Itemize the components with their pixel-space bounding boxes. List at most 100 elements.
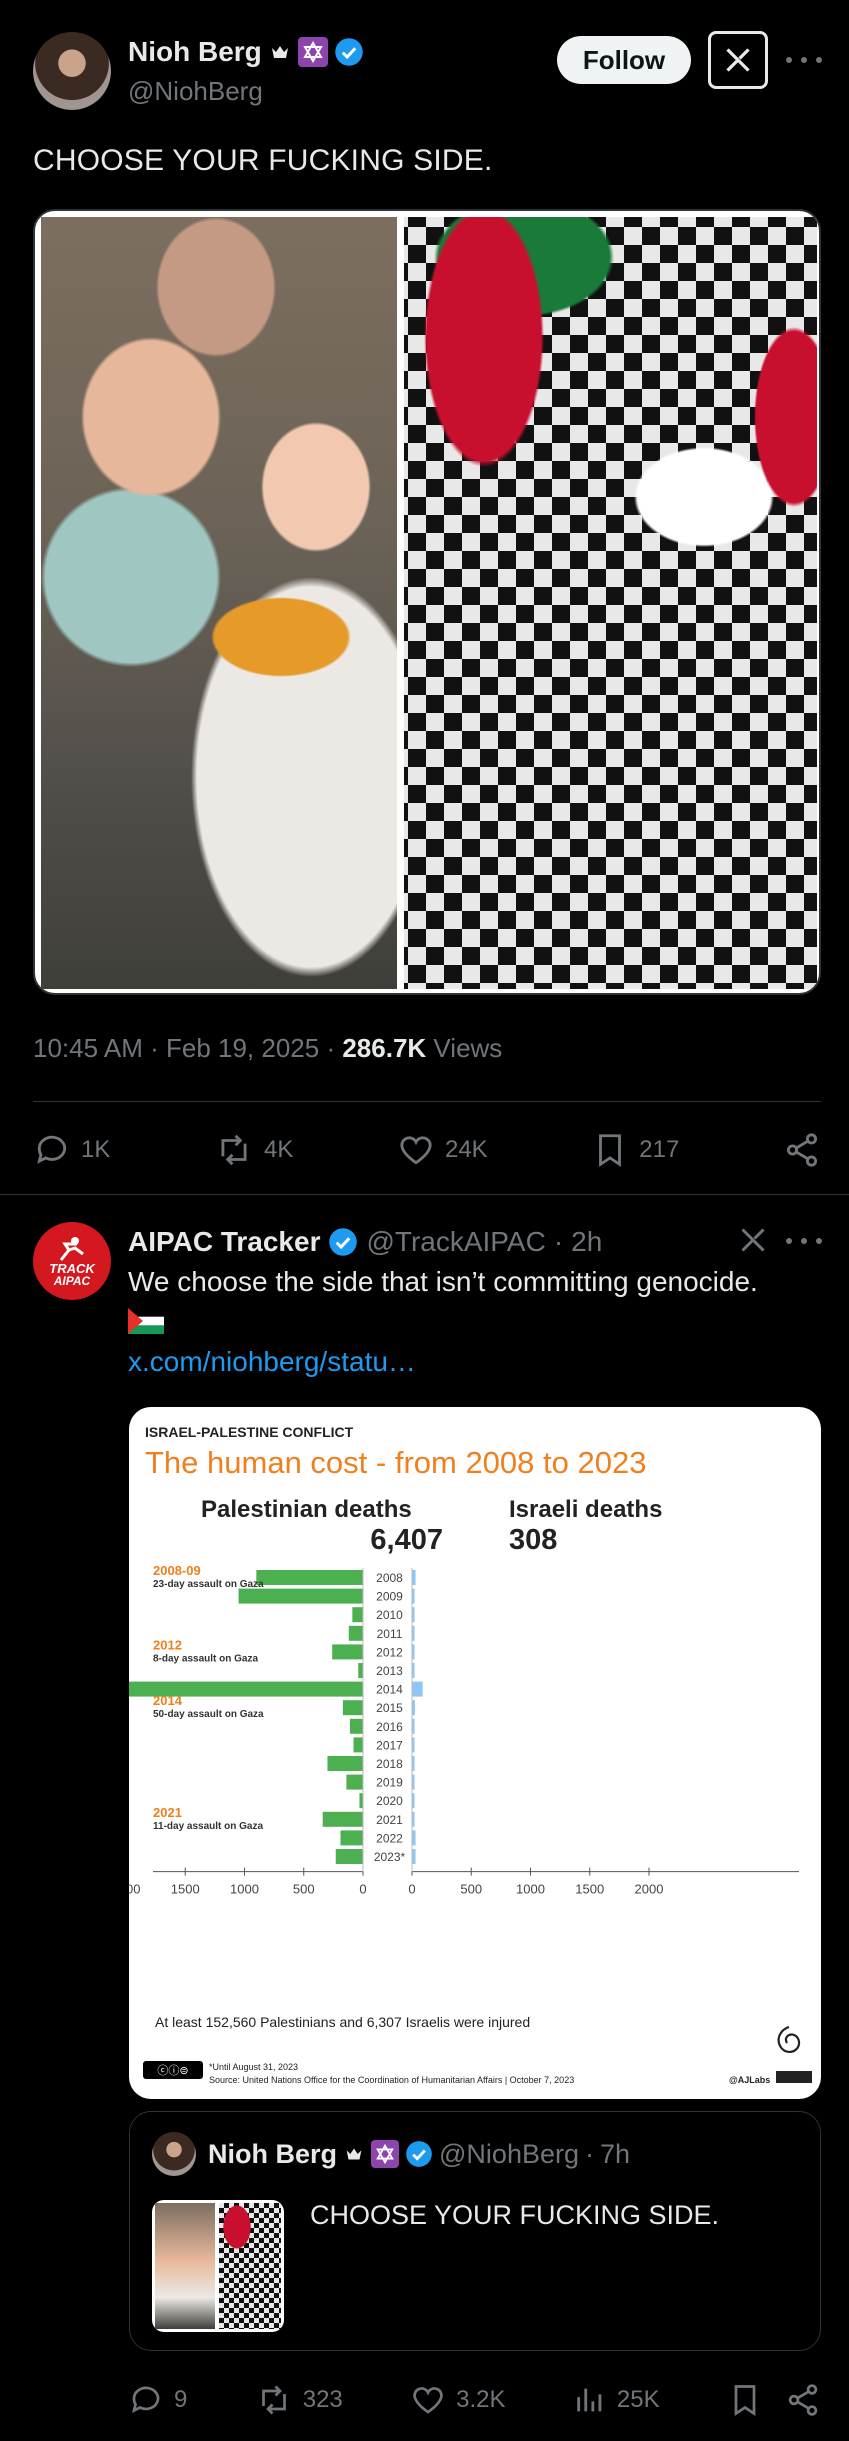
annotation-desc: 50-day assault on Gaza	[153, 1709, 264, 1720]
year-label: 2015	[376, 1701, 403, 1715]
heart-icon	[413, 2387, 443, 2414]
reply-text: We choose the side that isn’t committing…	[128, 1266, 758, 1297]
crown-icon	[271, 46, 288, 58]
views-button[interactable]: 25K	[573, 2383, 660, 2417]
year-label: 2023*	[374, 1850, 406, 1864]
chart-left-header: Palestinian deaths	[201, 1496, 412, 1523]
bar-israeli-2008	[412, 1570, 416, 1585]
bar-palestinian-2021	[322, 1811, 363, 1827]
annotation-desc: 8-day assault on Gaza	[153, 1653, 258, 1664]
like-count: 24K	[444, 1136, 488, 1163]
divider	[33, 1101, 821, 1102]
verified-badge-icon	[406, 2141, 432, 2167]
year-label: 2018	[376, 1757, 403, 1771]
like-count: 3.2K	[456, 2386, 506, 2413]
right-tick-label: 2000	[635, 1882, 664, 1897]
year-label: 2010	[376, 1608, 403, 1622]
tweet-media[interactable]	[33, 209, 821, 995]
quoted-text: CHOOSE YOUR FUCKING SIDE.	[310, 2200, 720, 2230]
bookmark-button[interactable]: 217	[591, 1131, 679, 1169]
like-button[interactable]: 3.2K	[410, 2382, 506, 2418]
year-label: 2022	[376, 1831, 403, 1845]
photo-mother-and-children	[41, 217, 397, 989]
repost-button[interactable]: 4K	[214, 1131, 293, 1169]
bar-palestinian-2009	[238, 1588, 363, 1604]
quoted-media-thumbnail	[152, 2200, 284, 2332]
grok-button[interactable]	[735, 1222, 771, 1258]
cc-license-icon: ⓒⓘ⊜	[143, 2061, 203, 2079]
reply-actions: 9 323 3.2K 25K	[128, 2378, 821, 2422]
grok-button[interactable]	[708, 31, 768, 89]
chart-source: Source: United Nations Office for the Co…	[209, 2075, 574, 2085]
share-icon[interactable]	[785, 2382, 821, 2418]
aipac-tracker-avatar[interactable]: TRACK AIPAC	[33, 1222, 111, 1300]
tweet-time[interactable]: 10:45 AM	[33, 1033, 143, 1063]
quoted-author-name: Nioh Berg	[208, 2138, 338, 2169]
bar-palestinian-2016	[349, 1718, 363, 1734]
more-options-icon[interactable]	[786, 1236, 822, 1246]
reply-secondary-actions	[727, 2382, 821, 2418]
bookmark-icon	[599, 1134, 622, 1167]
reply-author-name[interactable]: AIPAC Tracker	[128, 1226, 320, 1258]
reply-age[interactable]: 2h	[571, 1226, 602, 1258]
year-label: 2014	[376, 1683, 403, 1697]
right-tick-label: 500	[460, 1882, 482, 1897]
verified-badge-icon	[329, 1228, 358, 1256]
bookmark-count: 217	[639, 1136, 680, 1163]
quoted-link[interactable]: x.com/niohberg/statu…	[128, 1346, 416, 1378]
right-tick-label: 1000	[516, 1882, 545, 1897]
reply-button[interactable]: 9	[128, 2382, 187, 2418]
left-tick-label: 1500	[171, 1882, 200, 1897]
chart-right-total: 308	[509, 1524, 557, 1556]
avatar-text-track: TRACK	[49, 1260, 95, 1276]
author-name[interactable]: Nioh Berg	[128, 36, 262, 68]
divider	[0, 1194, 849, 1195]
left-tick-label: 0	[359, 1882, 366, 1897]
runner-icon	[59, 1236, 84, 1261]
bar-palestinian-2018	[327, 1756, 363, 1771]
bar-palestinian-2015	[342, 1700, 363, 1716]
chart-image[interactable]: ISRAEL-PALESTINE CONFLICT The human cost…	[129, 1407, 821, 2099]
year-label: 2017	[376, 1738, 403, 1752]
left-tick-label: 500	[293, 1882, 315, 1897]
photo-protest-crowd	[404, 217, 817, 989]
author-name-row: Nioh Berg	[128, 34, 364, 70]
views-count: 286.7K	[342, 1033, 427, 1063]
reply-author-row: AIPAC Tracker @TrackAIPAC · 2h	[128, 1226, 603, 1258]
tweet-date[interactable]: Feb 19, 2025	[166, 1033, 319, 1063]
bar-israeli-2014	[412, 1681, 423, 1697]
left-tick-label: 2000	[129, 1882, 140, 1897]
chart-footnote: *Until August 31, 2023	[209, 2062, 298, 2072]
quoted-tweet[interactable]: Nioh Berg @NiohBerg · 7h CHOOSE YOUR FUC…	[129, 2111, 821, 2351]
bar-palestinian-2010	[352, 1607, 363, 1623]
year-label: 2012	[376, 1645, 403, 1659]
annotation-desc: 23-day assault on Gaza	[153, 1579, 264, 1590]
annotation-year: 2012	[153, 1637, 182, 1652]
repost-count: 323	[302, 2386, 343, 2413]
share-button[interactable]	[783, 1131, 821, 1169]
bar-palestinian-2013	[358, 1663, 363, 1678]
bookmark-icon[interactable]	[727, 2382, 763, 2418]
bar-palestinian-2011	[348, 1625, 363, 1641]
views-count: 25K	[616, 2386, 660, 2413]
like-button[interactable]: 24K	[397, 1131, 488, 1169]
repost-button[interactable]: 323	[255, 2382, 343, 2418]
bar-palestinian-2022	[340, 1830, 363, 1846]
author-handle[interactable]: @NiohBerg	[128, 76, 263, 107]
bar-israeli-2022	[412, 1830, 416, 1846]
follow-button[interactable]: Follow	[557, 36, 691, 84]
reply-button[interactable]: 1K	[33, 1131, 110, 1169]
reply-author-handle[interactable]: @TrackAIPAC	[366, 1226, 545, 1258]
quoted-author-avatar	[152, 2132, 196, 2176]
year-label: 2011	[377, 1627, 403, 1641]
tweet-timestamp: 10:45 AM · Feb 19, 2025 · 286.7K Views	[33, 1033, 503, 1063]
year-label: 2013	[376, 1664, 403, 1678]
heart-icon	[400, 1136, 432, 1165]
more-options-icon[interactable]	[786, 46, 822, 74]
quoted-age: 7h	[600, 2138, 631, 2169]
year-label: 2008	[376, 1571, 403, 1585]
annotation-year: 2014	[153, 1693, 183, 1708]
views-label: Views	[433, 1033, 503, 1063]
bar-palestinian-2012	[332, 1644, 363, 1660]
author-avatar[interactable]	[33, 32, 111, 110]
